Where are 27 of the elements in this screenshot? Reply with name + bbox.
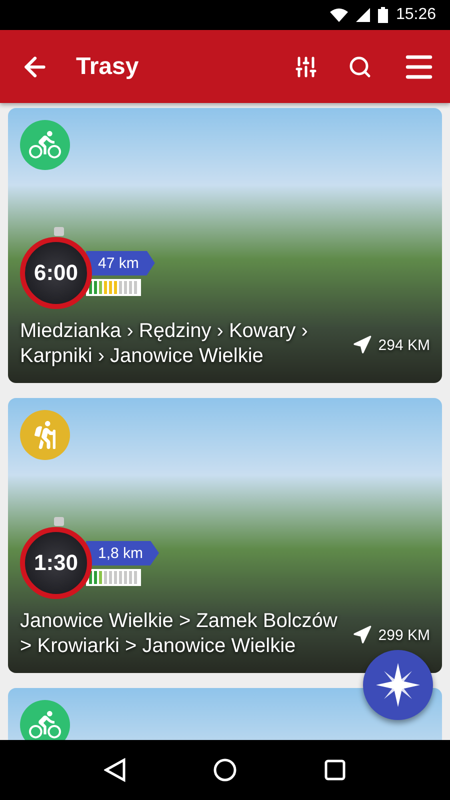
compass-rose-icon xyxy=(376,663,420,707)
navigation-arrow-icon xyxy=(352,335,372,355)
distance-tag: 47 km xyxy=(86,250,155,276)
clock: 15:26 xyxy=(396,6,436,24)
filter-button[interactable] xyxy=(294,54,318,78)
duration-dial: 6:00 xyxy=(20,237,92,309)
route-title: Miedzianka › Rędziny › Kowary › Karpniki › Janowice Wielkie xyxy=(20,319,309,369)
screen-title: Trasy xyxy=(76,52,140,80)
signal-icon xyxy=(356,8,370,22)
route-length: 294 KM xyxy=(378,336,430,354)
duration-dial: 1:30 xyxy=(20,527,92,599)
search-button[interactable] xyxy=(348,54,372,78)
distance-tag: 1,8 km xyxy=(86,540,160,566)
stopwatch-crown xyxy=(54,227,64,236)
recents-nav-button[interactable] xyxy=(324,759,346,781)
bicycle-icon xyxy=(29,709,61,740)
route-card[interactable]: 1:30 1,8 km Janowice Wielkie > Zamek Bolczów > Krowiarki > Janowice Wielkie 299 KM xyxy=(8,398,442,673)
route-title: Janowice Wielkie > Zamek Bolczów > Krowiarki > Janowice Wielkie xyxy=(20,609,338,659)
battery-icon xyxy=(378,7,388,23)
wifi-icon xyxy=(330,8,348,22)
home-nav-button[interactable] xyxy=(212,758,237,782)
bicycle-icon xyxy=(29,129,61,161)
route-card[interactable]: 6:00 47 km Miedzianka › Rędziny › Kowary › Karpniki › Janowice Wielkie 294 KM xyxy=(8,108,442,383)
back-nav-button[interactable] xyxy=(104,758,126,782)
route-length: 299 KM xyxy=(378,626,430,644)
stopwatch-crown xyxy=(54,517,64,526)
navigation-arrow-icon xyxy=(352,625,372,645)
